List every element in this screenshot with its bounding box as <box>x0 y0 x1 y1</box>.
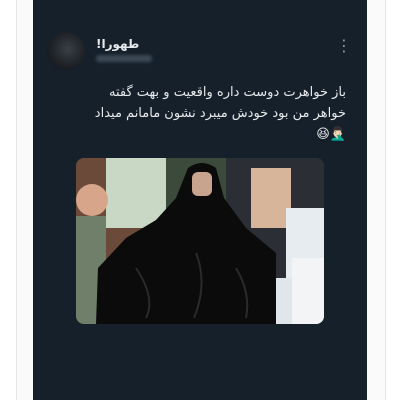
tweet-text: باز خواهرت دوست داره واقعیت و بهت گفته خ… <box>66 82 346 145</box>
tweet-text-line-1: باز خواهرت دوست داره واقعیت و بهت گفته <box>108 85 346 100</box>
avatar[interactable] <box>47 32 85 70</box>
more-vertical-icon[interactable]: ⋮ <box>336 36 352 56</box>
display-name[interactable]: طهورا! <box>96 37 139 51</box>
tweet-image[interactable] <box>76 158 324 324</box>
tweet-emojis: 😆🤦🏻‍♂️ <box>316 127 346 142</box>
meme-photo <box>76 158 324 324</box>
username-handle-blurred <box>96 55 152 62</box>
tweet-text-line-2: خواهر من بود خودش میبرد نشون مامانم میدا… <box>94 106 346 121</box>
